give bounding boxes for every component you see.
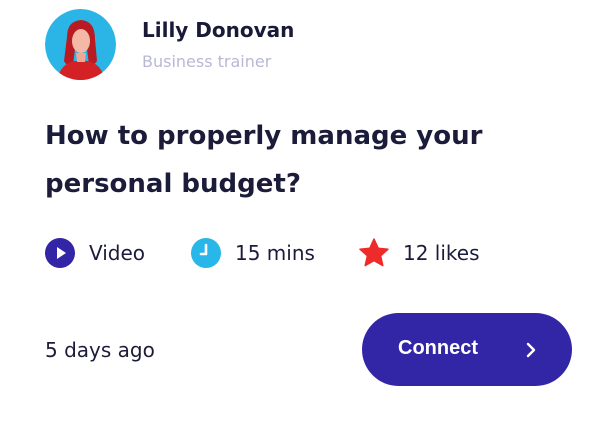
card-title[interactable]: How to properly manage your personal bud… (45, 112, 515, 208)
meta-duration-label: 15 mins (235, 241, 315, 265)
posted-date: 5 days ago (45, 338, 155, 362)
meta-duration: 15 mins (190, 236, 315, 270)
meta-likes-label: 12 likes (403, 241, 480, 265)
clock-icon (191, 238, 221, 268)
connect-label: Connect (398, 337, 478, 359)
avatar[interactable] (45, 9, 116, 80)
connect-button[interactable]: Connect (362, 313, 572, 386)
star-icon (359, 238, 389, 267)
meta-likes: 12 likes (358, 236, 480, 270)
avatar-portrait (45, 9, 116, 80)
chevron-right-icon (526, 342, 536, 358)
meta-type: Video (44, 236, 145, 270)
author-role: Business trainer (142, 52, 272, 71)
meta-type-label: Video (89, 241, 146, 265)
play-circle-icon (45, 238, 75, 268)
author-name: Lilly Donovan (142, 18, 295, 42)
